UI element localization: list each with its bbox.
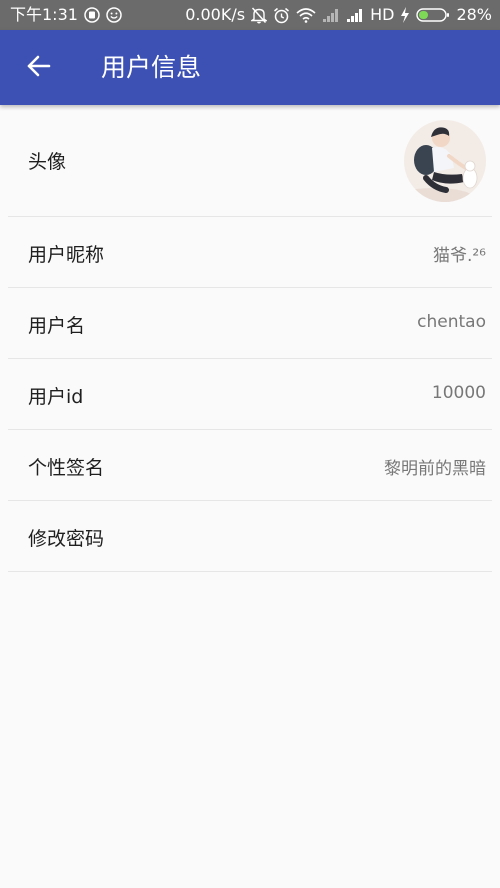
row-label: 头像: [28, 151, 67, 173]
app-notification-icon: [84, 0, 100, 30]
row-label: 修改密码: [28, 528, 105, 550]
wifi-icon: [296, 0, 316, 30]
avatar-row[interactable]: 头像: [8, 105, 492, 217]
status-time: 下午1:31: [10, 5, 78, 24]
signature-row[interactable]: 个性签名 黎明前的黑暗: [8, 430, 492, 501]
app-bar: 用户信息: [0, 30, 500, 105]
user-id-row[interactable]: 用户id 10000: [8, 359, 492, 430]
alarm-icon: [273, 0, 290, 30]
change-password-row[interactable]: 修改密码: [8, 501, 492, 572]
charging-icon: [400, 0, 410, 30]
battery-icon: [416, 0, 450, 30]
avatar[interactable]: [404, 120, 486, 202]
row-value: 10000: [431, 383, 486, 403]
row-label: 用户昵称: [28, 244, 105, 266]
username-row[interactable]: 用户名 chentao: [8, 288, 492, 359]
signal-icon: [322, 0, 340, 30]
row-label: 用户名: [28, 315, 86, 337]
row-value: 黎明前的黑暗: [384, 459, 486, 479]
row-label: 个性签名: [28, 457, 105, 479]
signal-icon: [346, 0, 364, 30]
emoji-notification-icon: [106, 0, 122, 30]
net-speed: 0.00K/s: [185, 5, 246, 24]
hd-label: HD: [370, 5, 395, 24]
battery-level: 28%: [456, 5, 492, 24]
status-left: 下午1:31: [10, 0, 122, 30]
row-label: 用户id: [28, 386, 84, 408]
status-right: 0.00K/s HD 28%: [185, 0, 492, 30]
status-bar: 下午1:31 0.00K/s HD 28%: [0, 0, 500, 30]
back-button[interactable]: [18, 47, 60, 89]
arrow-left-icon: [26, 53, 52, 83]
profile-list: 头像 用户昵称 猫爷.²⁶ 用户名 chentao 用户id 10000 个性签…: [8, 105, 492, 572]
row-value: 猫爷.²⁶: [432, 246, 486, 266]
page-title: 用户信息: [101, 53, 202, 82]
mute-icon: [251, 0, 268, 30]
row-value: chentao: [417, 312, 486, 332]
nickname-row[interactable]: 用户昵称 猫爷.²⁶: [8, 217, 492, 288]
